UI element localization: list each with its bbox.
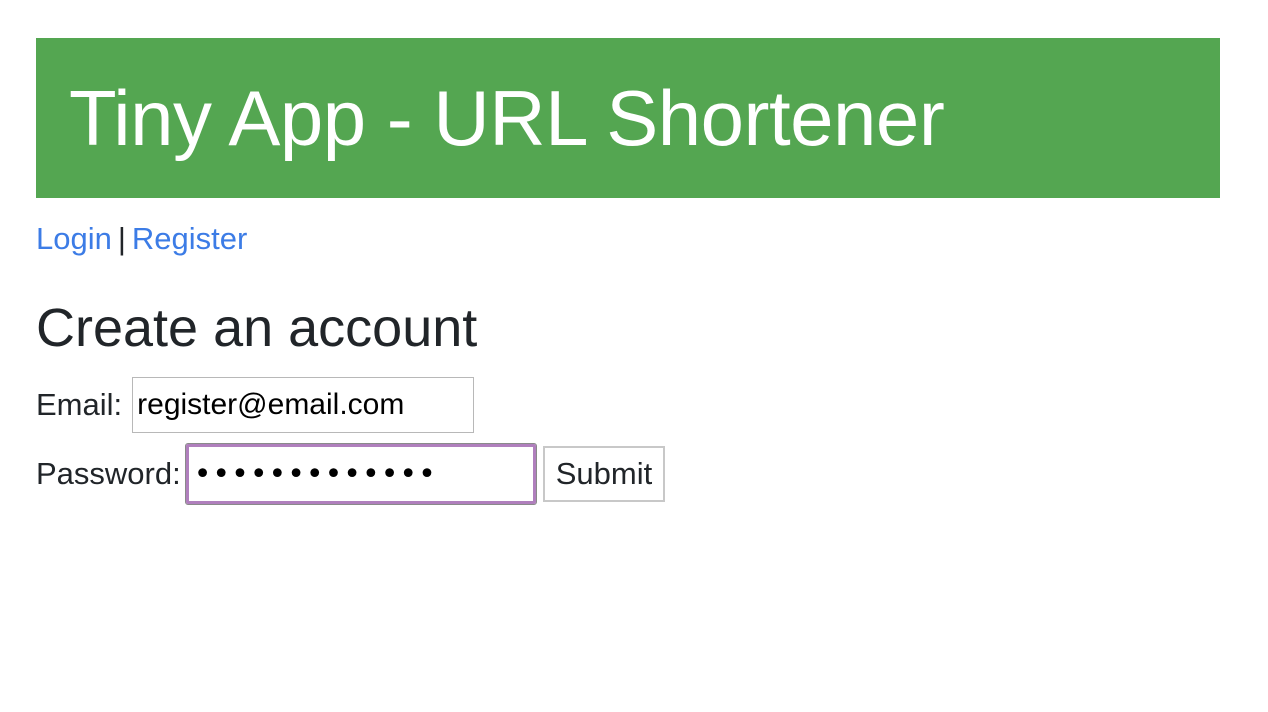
email-label: Email: (36, 387, 123, 422)
nav-separator: | (117, 221, 126, 256)
auth-nav: Login | Register (36, 220, 247, 258)
password-field[interactable] (184, 443, 537, 505)
email-field[interactable] (132, 377, 475, 433)
login-link[interactable]: Login (36, 221, 112, 256)
password-row: Password: Submit (36, 443, 666, 505)
page: Tiny App - URL Shortener Login | Register … (0, 0, 1268, 712)
submit-button[interactable]: Submit (542, 446, 666, 502)
app-title: Tiny App - URL Shortener (69, 74, 945, 162)
register-link[interactable]: Register (132, 221, 247, 256)
email-row: Email: (36, 377, 475, 433)
password-label: Password: (36, 456, 181, 491)
header-banner: Tiny App - URL Shortener (36, 38, 1220, 198)
page-heading: Create an account (36, 298, 478, 358)
